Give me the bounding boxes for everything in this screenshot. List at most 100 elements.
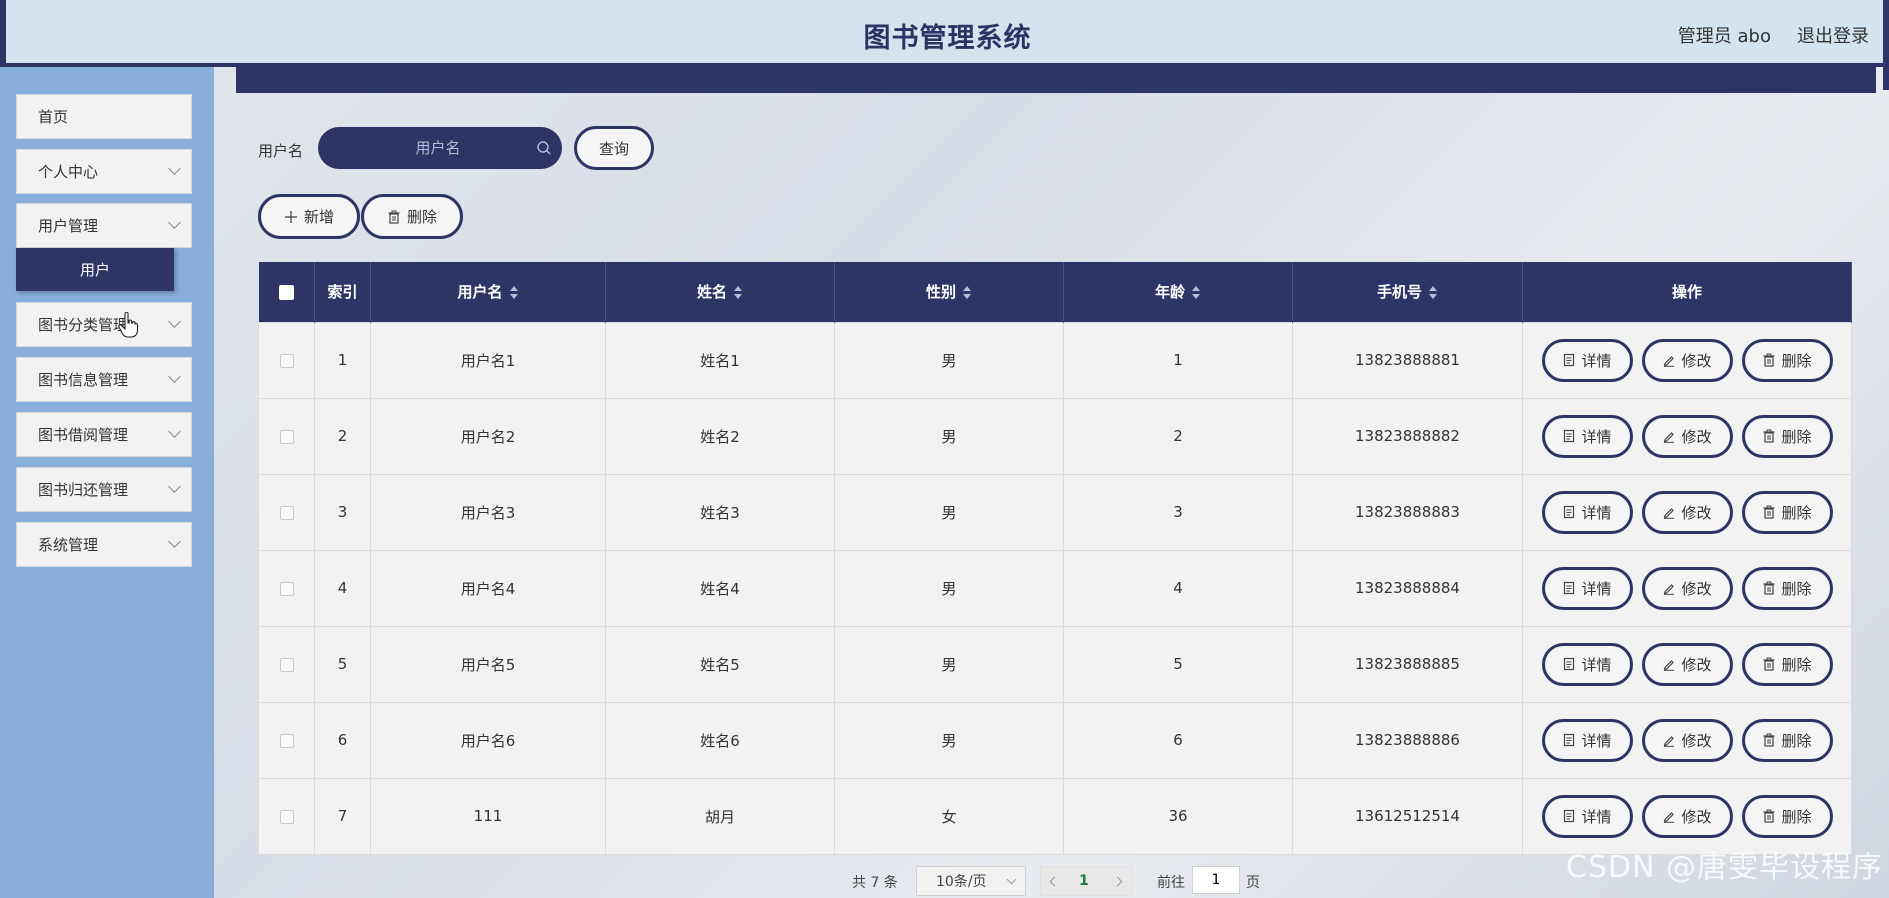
prev-page-button[interactable] [1045, 873, 1061, 889]
row-select-cell[interactable] [258, 625, 315, 703]
edit-button[interactable]: 修改 [1641, 490, 1733, 534]
cell-username: 用户名2 [370, 397, 606, 475]
page-size-value: 10条/页 [936, 874, 987, 890]
cell-name: 姓名6 [605, 701, 835, 779]
select-all-checkbox[interactable] [278, 284, 294, 300]
add-button[interactable]: 新增 [258, 194, 360, 239]
right-edge-bar [1883, 0, 1889, 90]
row-checkbox[interactable] [279, 733, 294, 748]
row-checkbox[interactable] [279, 657, 294, 672]
edit-button[interactable]: 修改 [1641, 338, 1733, 382]
row-checkbox[interactable] [279, 809, 294, 824]
cell-username: 用户名5 [370, 625, 606, 703]
header-phone[interactable]: 手机号 [1292, 262, 1523, 322]
row-checkbox[interactable] [279, 505, 294, 520]
cell-operations: 详情 修改 删除 [1522, 549, 1852, 627]
cell-operations: 详情 修改 删除 [1522, 701, 1852, 779]
sidebar-item-book-return[interactable]: 图书归还管理 [16, 467, 192, 512]
batch-delete-button[interactable]: 删除 [361, 194, 463, 239]
row-select-cell[interactable] [258, 473, 315, 551]
edit-button[interactable]: 修改 [1641, 642, 1733, 686]
cell-name: 胡月 [605, 777, 835, 855]
sort-icon[interactable] [509, 285, 519, 300]
delete-button[interactable]: 删除 [1741, 566, 1833, 610]
chevron-down-icon [168, 315, 181, 328]
table-row: 4 用户名4 姓名4 男 4 13823888884 详情 修改 删除 [258, 549, 1852, 627]
goto-page-input[interactable] [1192, 866, 1240, 894]
next-page-button[interactable] [1111, 873, 1127, 889]
sidebar-item-system[interactable]: 系统管理 [16, 522, 192, 567]
sidebar-item-book-info[interactable]: 图书信息管理 [16, 357, 192, 402]
edit-icon [1664, 432, 1675, 443]
cell-age: 3 [1063, 473, 1293, 551]
edit-icon [1664, 584, 1675, 595]
cell-name: 姓名5 [605, 625, 835, 703]
row-select-cell[interactable] [258, 549, 315, 627]
delete-button[interactable]: 删除 [1741, 338, 1833, 382]
row-checkbox[interactable] [279, 353, 294, 368]
edit-button[interactable]: 修改 [1641, 718, 1733, 762]
row-select-cell[interactable] [258, 321, 315, 399]
delete-button[interactable]: 删除 [1741, 642, 1833, 686]
delete-button[interactable]: 删除 [1741, 490, 1833, 534]
trash-icon [1763, 809, 1775, 823]
header-username[interactable]: 用户名 [370, 262, 606, 322]
sidebar-item-label: 图书归还管理 [38, 481, 129, 499]
sort-icon[interactable] [1428, 285, 1438, 300]
delete-button[interactable]: 删除 [1741, 414, 1833, 458]
row-checkbox[interactable] [279, 581, 294, 596]
search-box [318, 127, 562, 169]
current-page[interactable]: 1 [1079, 873, 1089, 889]
sidebar-item-label: 个人中心 [38, 163, 99, 181]
edit-button[interactable]: 修改 [1641, 794, 1733, 838]
sort-icon[interactable] [962, 285, 972, 300]
trash-icon [1763, 429, 1775, 443]
edit-button[interactable]: 修改 [1641, 414, 1733, 458]
search-icon[interactable] [536, 140, 552, 156]
table-row: 5 用户名5 姓名5 男 5 13823888885 详情 修改 删除 [258, 625, 1852, 703]
delete-button[interactable]: 删除 [1741, 794, 1833, 838]
row-select-cell[interactable] [258, 701, 315, 779]
cell-operations: 详情 修改 删除 [1522, 625, 1852, 703]
search-input[interactable] [338, 139, 538, 157]
sidebar-item-home[interactable]: 首页 [16, 94, 192, 139]
document-icon [1564, 353, 1575, 367]
header-name[interactable]: 姓名 [605, 262, 835, 322]
detail-button[interactable]: 详情 [1541, 642, 1633, 686]
sidebar-item-profile[interactable]: 个人中心 [16, 149, 192, 194]
sort-icon[interactable] [733, 285, 743, 300]
cell-index: 3 [314, 473, 371, 551]
logout-link[interactable]: 退出登录 [1797, 22, 1869, 48]
detail-button[interactable]: 详情 [1541, 414, 1633, 458]
query-button[interactable]: 查询 [574, 126, 654, 170]
table-row: 3 用户名3 姓名3 男 3 13823888883 详情 修改 删除 [258, 473, 1852, 551]
sort-icon[interactable] [1191, 285, 1201, 300]
detail-button[interactable]: 详情 [1541, 490, 1633, 534]
cell-gender: 男 [834, 549, 1064, 627]
row-select-cell[interactable] [258, 777, 315, 855]
sidebar-item-book-category[interactable]: 图书分类管理 [16, 302, 192, 347]
cell-gender: 男 [834, 625, 1064, 703]
edit-button[interactable]: 修改 [1641, 566, 1733, 610]
header-select-all[interactable] [258, 262, 315, 322]
cell-gender: 男 [834, 397, 1064, 475]
page-size-select[interactable]: 10条/页 [916, 866, 1026, 896]
delete-button[interactable]: 删除 [1741, 718, 1833, 762]
table-body: 1 用户名1 姓名1 男 1 13823888881 详情 修改 删除 2 用户名2 姓名2 男 2 138… [258, 321, 1852, 855]
header-gender[interactable]: 性别 [834, 262, 1064, 322]
detail-button[interactable]: 详情 [1541, 718, 1633, 762]
cell-gender: 女 [834, 777, 1064, 855]
detail-button[interactable]: 详情 [1541, 566, 1633, 610]
detail-button[interactable]: 详情 [1541, 338, 1633, 382]
header-age[interactable]: 年龄 [1063, 262, 1293, 322]
document-icon [1564, 809, 1575, 823]
sidebar-item-user-management[interactable]: 用户管理 [16, 203, 192, 248]
cell-gender: 男 [834, 701, 1064, 779]
sidebar-subitem-user[interactable]: 用户 [16, 248, 174, 291]
row-select-cell[interactable] [258, 397, 315, 475]
sidebar-item-book-borrow[interactable]: 图书借阅管理 [16, 412, 192, 457]
chevron-down-icon [168, 216, 181, 229]
row-checkbox[interactable] [279, 429, 294, 444]
current-user-label: 管理员 abo [1677, 26, 1771, 47]
detail-button[interactable]: 详情 [1541, 794, 1633, 838]
